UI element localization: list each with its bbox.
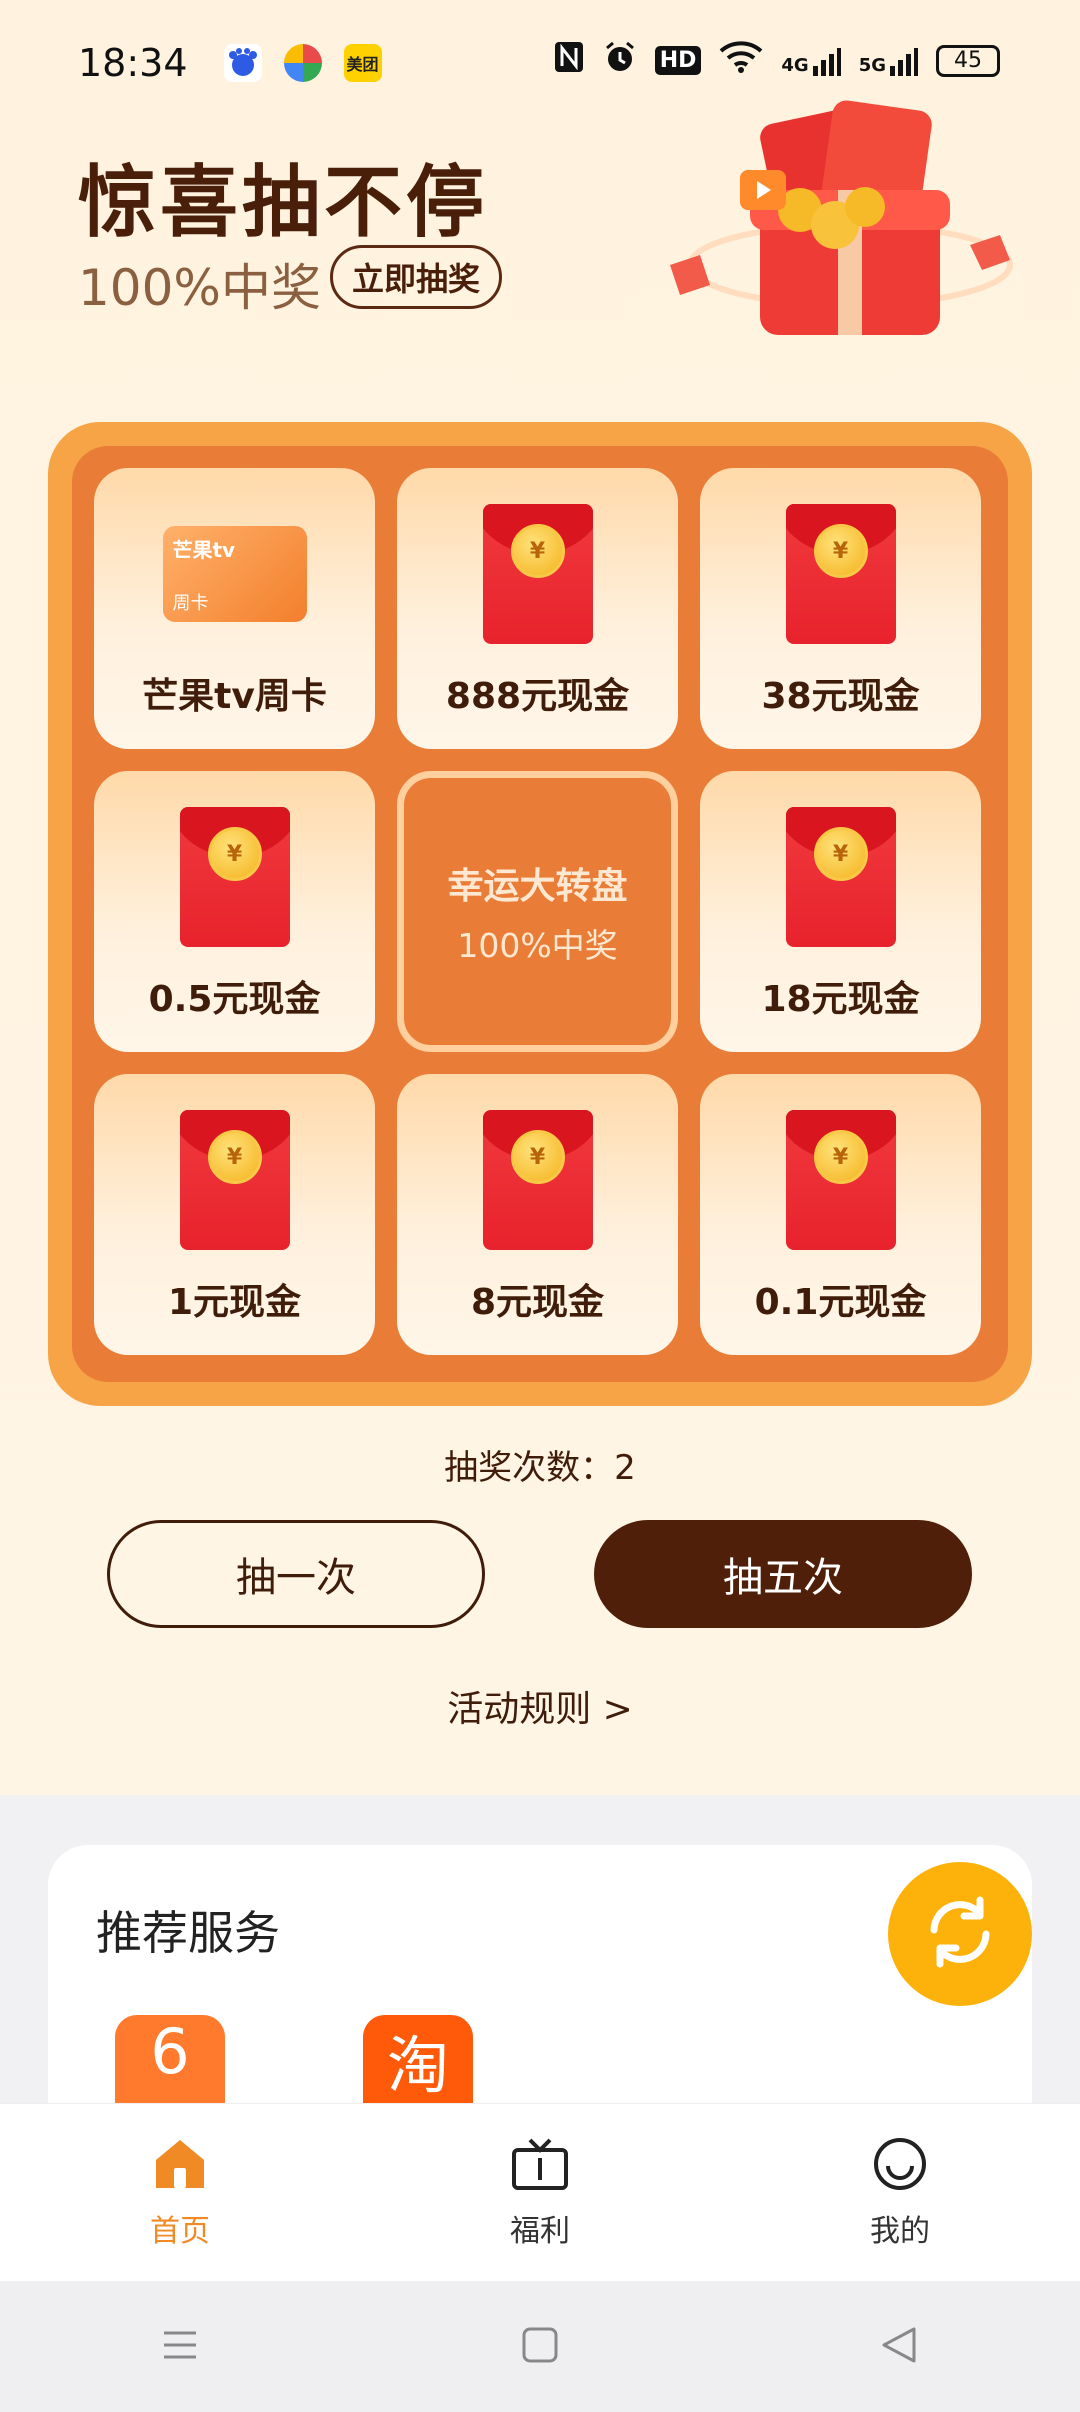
menu-nav-button[interactable] (0, 2325, 360, 2369)
lottery-grid: 芒果tv 周卡 芒果tv周卡 ¥ 888元现金 ¥ 38元现金 ¥ 0.5元现金… (72, 446, 1008, 1382)
prize-label: 芒果tv周卡 (142, 676, 327, 717)
square-icon (520, 2325, 560, 2369)
red-envelope-icon: ¥ (785, 1110, 896, 1250)
lucky-wheel-subtitle: 100%中奖 (457, 925, 618, 965)
tab-label: 首页 (150, 2214, 210, 2249)
prize-label: 0.1元现金 (754, 1282, 927, 1323)
prize-label: 38元现金 (761, 676, 920, 717)
prize-label: 1元现金 (167, 1282, 302, 1323)
coin-icon: ¥ (813, 827, 868, 881)
refresh-button[interactable] (888, 1862, 1032, 2006)
lottery-board: 芒果tv 周卡 芒果tv周卡 ¥ 888元现金 ¥ 38元现金 ¥ 0.5元现金… (48, 422, 1032, 1406)
status-time: 18:34 (78, 40, 188, 85)
prize-cell-8[interactable]: ¥ 8元现金 (397, 1074, 678, 1355)
prize-cell-mango-tv[interactable]: 芒果tv 周卡 芒果tv周卡 (94, 468, 375, 749)
activity-rules-link[interactable]: 活动规则 > (0, 1680, 1080, 1732)
nfc-icon (553, 40, 585, 81)
coin-icon: ¥ (813, 1130, 868, 1184)
network-4g-label: 4G (781, 54, 809, 76)
prize-label: 18元现金 (761, 979, 920, 1020)
red-envelope-icon: ¥ (482, 1110, 593, 1250)
draw-count: 抽奖次数：2 (444, 1448, 636, 1488)
prize-label: 8元现金 (470, 1282, 605, 1323)
signal-4g-icon: 4G (781, 46, 841, 76)
tab-label: 福利 (510, 2214, 570, 2249)
prize-label: 0.5元现金 (148, 979, 321, 1020)
menu-icon (160, 2325, 200, 2369)
red-envelope-icon: ¥ (785, 504, 896, 644)
coin-icon: ¥ (813, 524, 868, 578)
red-envelope-icon: ¥ (179, 1110, 290, 1250)
refresh-icon (918, 1890, 1002, 1978)
page-title: 惊喜抽不停 (78, 158, 489, 248)
tab-mine[interactable]: 我的 (720, 2104, 1080, 2281)
baidu-app-icon (223, 43, 262, 82)
page: 18:34 美团 HD 4G 5G 45 惊喜抽不停 100%中奖 立即抽奖 芒… (0, 0, 1080, 2412)
recommend-services-card: 推荐服务 6 淘 (48, 1845, 1032, 2105)
alarm-icon (603, 40, 637, 81)
signal-5g-icon: 5G (859, 46, 918, 76)
page-subtitle: 100%中奖 (78, 259, 321, 317)
taobao-app-icon[interactable]: 淘 (363, 2015, 473, 2105)
tab-label: 我的 (870, 2214, 930, 2249)
battery-indicator: 45 (936, 44, 1000, 77)
coin-icon: ¥ (207, 1130, 262, 1184)
coin-icon: ¥ (510, 524, 565, 578)
prize-cell-0-5[interactable]: ¥ 0.5元现金 (94, 771, 375, 1052)
lucky-wheel-center-button[interactable]: 幸运大转盘 100%中奖 (397, 771, 678, 1052)
home-icon (150, 2136, 210, 2196)
red-envelope-icon: ¥ (482, 504, 593, 644)
draw-once-button[interactable]: 抽一次 (107, 1520, 485, 1628)
prize-cell-1[interactable]: ¥ 1元现金 (94, 1074, 375, 1355)
card-sub: 周卡 (172, 593, 209, 614)
back-nav-button[interactable] (720, 2325, 1080, 2369)
colorful-app-icon (283, 43, 322, 82)
coin-icon: ¥ (510, 1130, 565, 1184)
prize-label: 888元现金 (445, 676, 630, 717)
smile-icon (870, 2136, 930, 2196)
draw-now-button[interactable]: 立即抽奖 (330, 245, 502, 309)
network-5g-label: 5G (858, 54, 886, 76)
recommend-title: 推荐服务 (96, 1906, 280, 1960)
prize-cell-18[interactable]: ¥ 18元现金 (700, 771, 981, 1052)
recommend-app-icon[interactable]: 6 (115, 2015, 225, 2105)
tv-icon (510, 2136, 570, 2196)
home-nav-button[interactable] (360, 2325, 720, 2369)
back-triangle-icon (880, 2325, 920, 2369)
mango-tv-card-icon: 芒果tv 周卡 (162, 526, 307, 622)
wifi-icon (719, 41, 763, 80)
status-right: HD 4G 5G 45 (553, 40, 1000, 81)
prize-cell-888[interactable]: ¥ 888元现金 (397, 468, 678, 749)
hd-icon: HD (654, 46, 702, 75)
meituan-app-icon: 美团 (343, 43, 382, 82)
gift-box-illustration (650, 95, 1020, 365)
prize-cell-38[interactable]: ¥ 38元现金 (700, 468, 981, 749)
bottom-tab-bar: 首页 福利 我的 (0, 2103, 1080, 2281)
prize-cell-0-1[interactable]: ¥ 0.1元现金 (700, 1074, 981, 1355)
card-brand: 芒果tv (172, 538, 236, 562)
coin-icon: ¥ (207, 827, 262, 881)
red-envelope-icon: ¥ (179, 807, 290, 947)
system-navigation-bar (0, 2281, 1080, 2412)
red-envelope-icon: ¥ (785, 807, 896, 947)
tab-welfare[interactable]: 福利 (360, 2104, 720, 2281)
tab-home[interactable]: 首页 (0, 2104, 360, 2281)
draw-five-button[interactable]: 抽五次 (594, 1520, 972, 1628)
lucky-wheel-title: 幸运大转盘 (447, 865, 628, 907)
